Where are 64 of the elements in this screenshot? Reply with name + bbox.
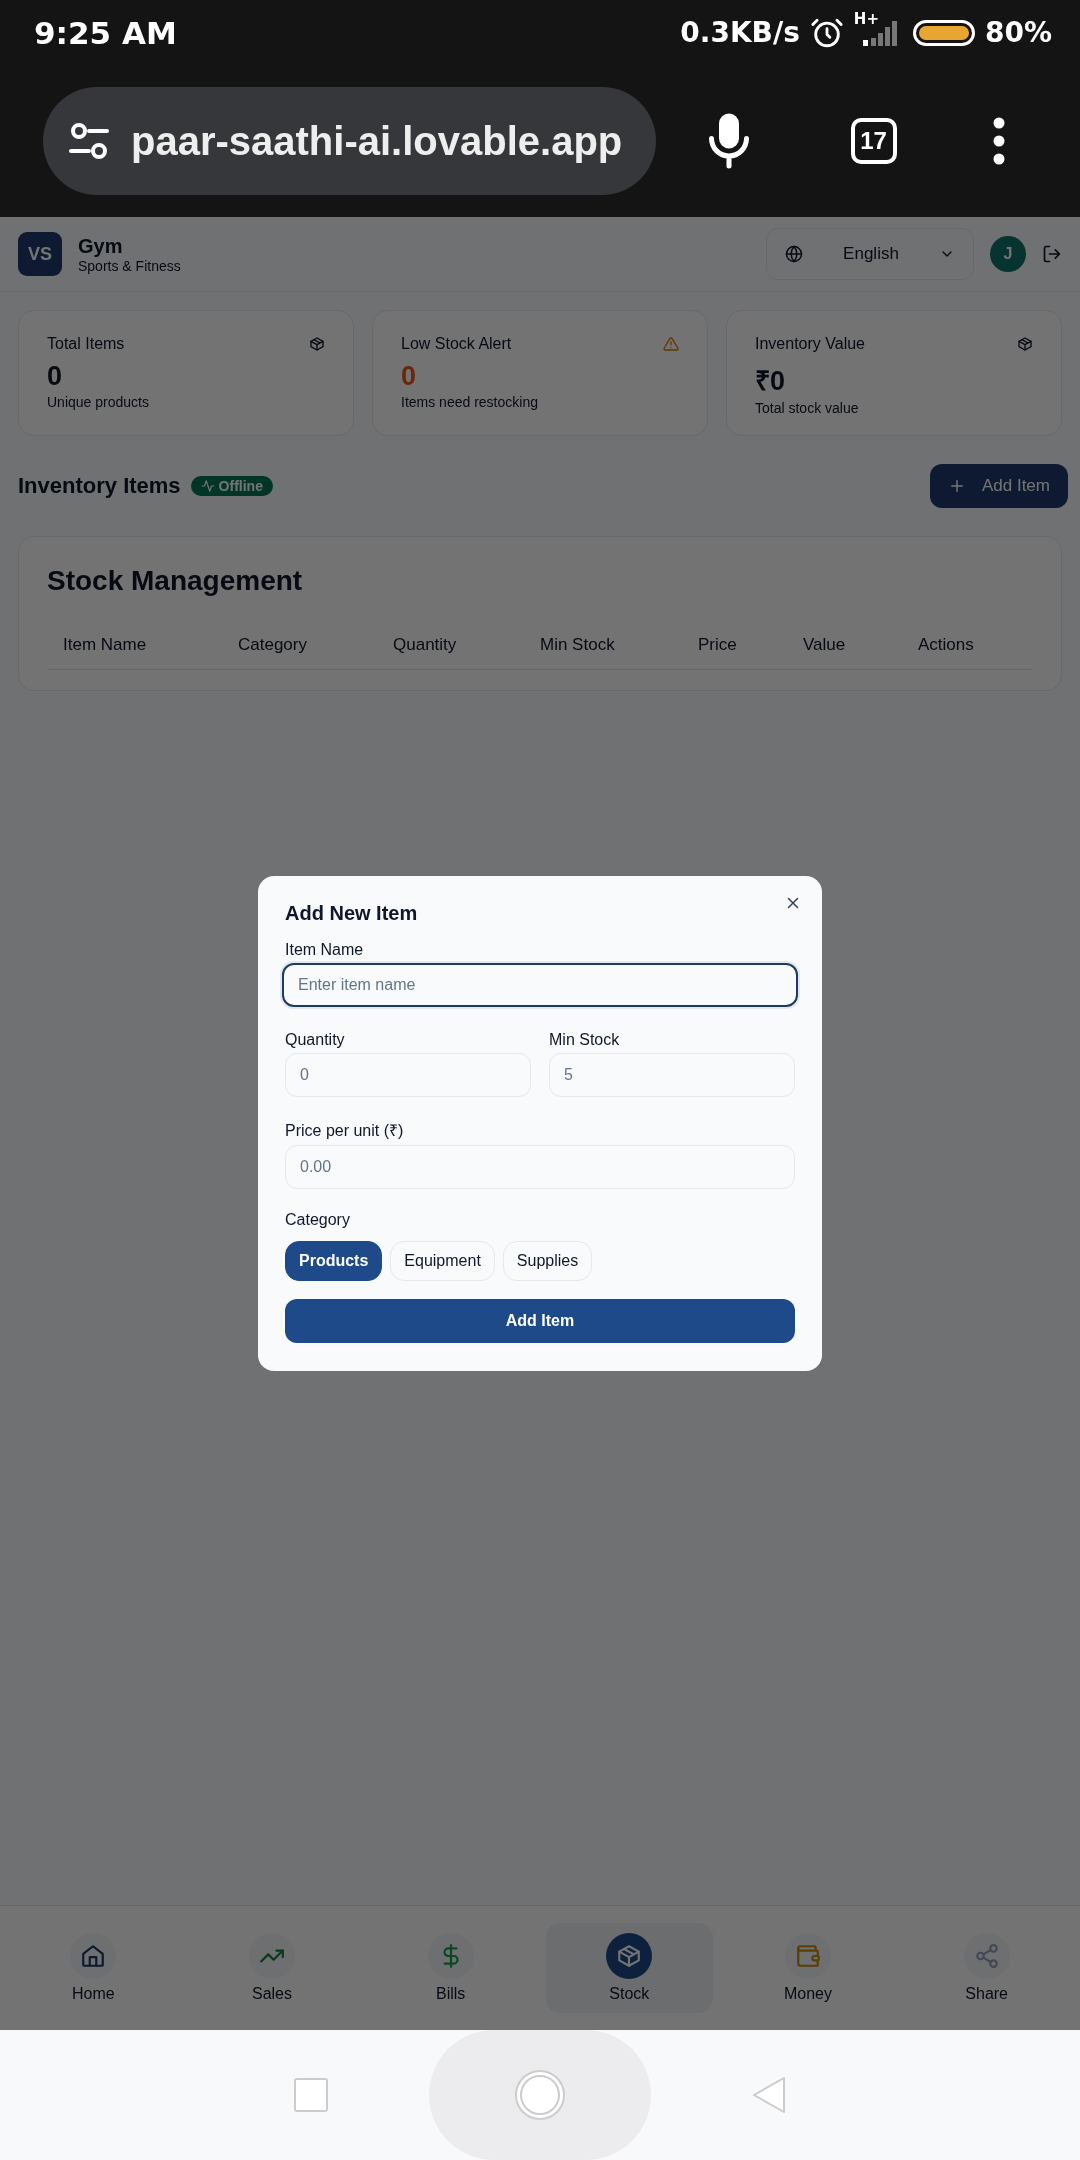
business-category: Sports & Fitness (78, 257, 181, 274)
language-select[interactable]: English (766, 228, 974, 280)
network-type: H+ (853, 9, 879, 28)
stat-caption: Total stock value (755, 400, 859, 416)
nav-tab[interactable]: Sales (188, 1923, 356, 2013)
triangle-icon[interactable] (751, 2075, 787, 2115)
house-icon[interactable] (80, 1943, 107, 1969)
warning-icon (663, 336, 679, 352)
add-item-button[interactable]: Add Item (929, 464, 1068, 508)
column-header: Price (698, 635, 738, 655)
cube-icon (309, 336, 325, 352)
circle-icon[interactable] (514, 2069, 566, 2121)
nav-tab[interactable]: Home (10, 1923, 177, 2013)
section-title: Inventory Items (18, 473, 181, 499)
cube-icon[interactable] (616, 1943, 643, 1969)
battery-percentage: 80% (984, 16, 1052, 49)
share-icon[interactable] (973, 1943, 1000, 1969)
nav-tab[interactable]: Stock (546, 1923, 713, 2013)
activity-icon (200, 479, 215, 493)
business-name: Gym (78, 234, 124, 258)
tab-count-button[interactable]: 17 (850, 118, 897, 164)
stat-label: Total Items (47, 335, 125, 353)
url-text: paar-saathi-ai.lovable.app (131, 118, 623, 164)
column-header: Actions (918, 635, 975, 655)
nav-tab[interactable]: Money (724, 1923, 892, 2013)
nav-tab[interactable]: Share (903, 1923, 1070, 2013)
network-speed: 0.3KB/s (680, 16, 800, 49)
globe-icon (785, 245, 803, 263)
stat-caption: Unique products (47, 394, 149, 410)
stat-label: Inventory Value (755, 335, 865, 353)
address-bar[interactable]: paar-saathi-ai.lovable.app (43, 87, 657, 195)
stat-value: 0 (47, 361, 63, 392)
text-input[interactable]: Enter item name (282, 963, 798, 1007)
more-icon[interactable] (992, 117, 1005, 165)
stat-value: ₹0 (755, 365, 786, 398)
logout-icon[interactable] (1042, 244, 1062, 264)
column-header: Value (803, 635, 847, 655)
nav-tab[interactable]: Bills (367, 1923, 534, 2013)
category-chip[interactable]: Equipment (390, 1241, 495, 1281)
wallet-icon[interactable] (795, 1943, 821, 1969)
square-icon[interactable] (293, 2077, 329, 2113)
category-chip[interactable]: Products (285, 1241, 383, 1281)
field-label: Item Name (285, 941, 365, 959)
business-logo: VS (18, 232, 62, 276)
card-title: Stock Management (47, 565, 304, 597)
battery-icon (912, 19, 975, 46)
field-label: Min Stock (549, 1031, 621, 1049)
status-badge: Offline (190, 476, 273, 496)
column-header: Quantity (393, 635, 458, 655)
field-label: Quantity (285, 1031, 346, 1049)
field-label: Category (285, 1211, 351, 1229)
clock-time: 9:25 AM (34, 14, 177, 51)
stat-caption: Items need restocking (401, 394, 538, 410)
add-item-button[interactable]: Add Item (285, 1299, 795, 1343)
cube-icon (1017, 336, 1033, 352)
category-chip[interactable]: Supplies (502, 1241, 593, 1281)
stat-label: Low Stock Alert (401, 335, 512, 353)
field-label: Price per unit (₹) (285, 1121, 405, 1141)
column-header: Item Name (63, 635, 148, 655)
column-header: Min Stock (540, 635, 616, 655)
dialog-title: Add New Item (285, 902, 419, 925)
stat-value: 0 (401, 361, 417, 392)
user-avatar[interactable]: J (990, 236, 1026, 272)
column-header: Category (238, 635, 308, 655)
